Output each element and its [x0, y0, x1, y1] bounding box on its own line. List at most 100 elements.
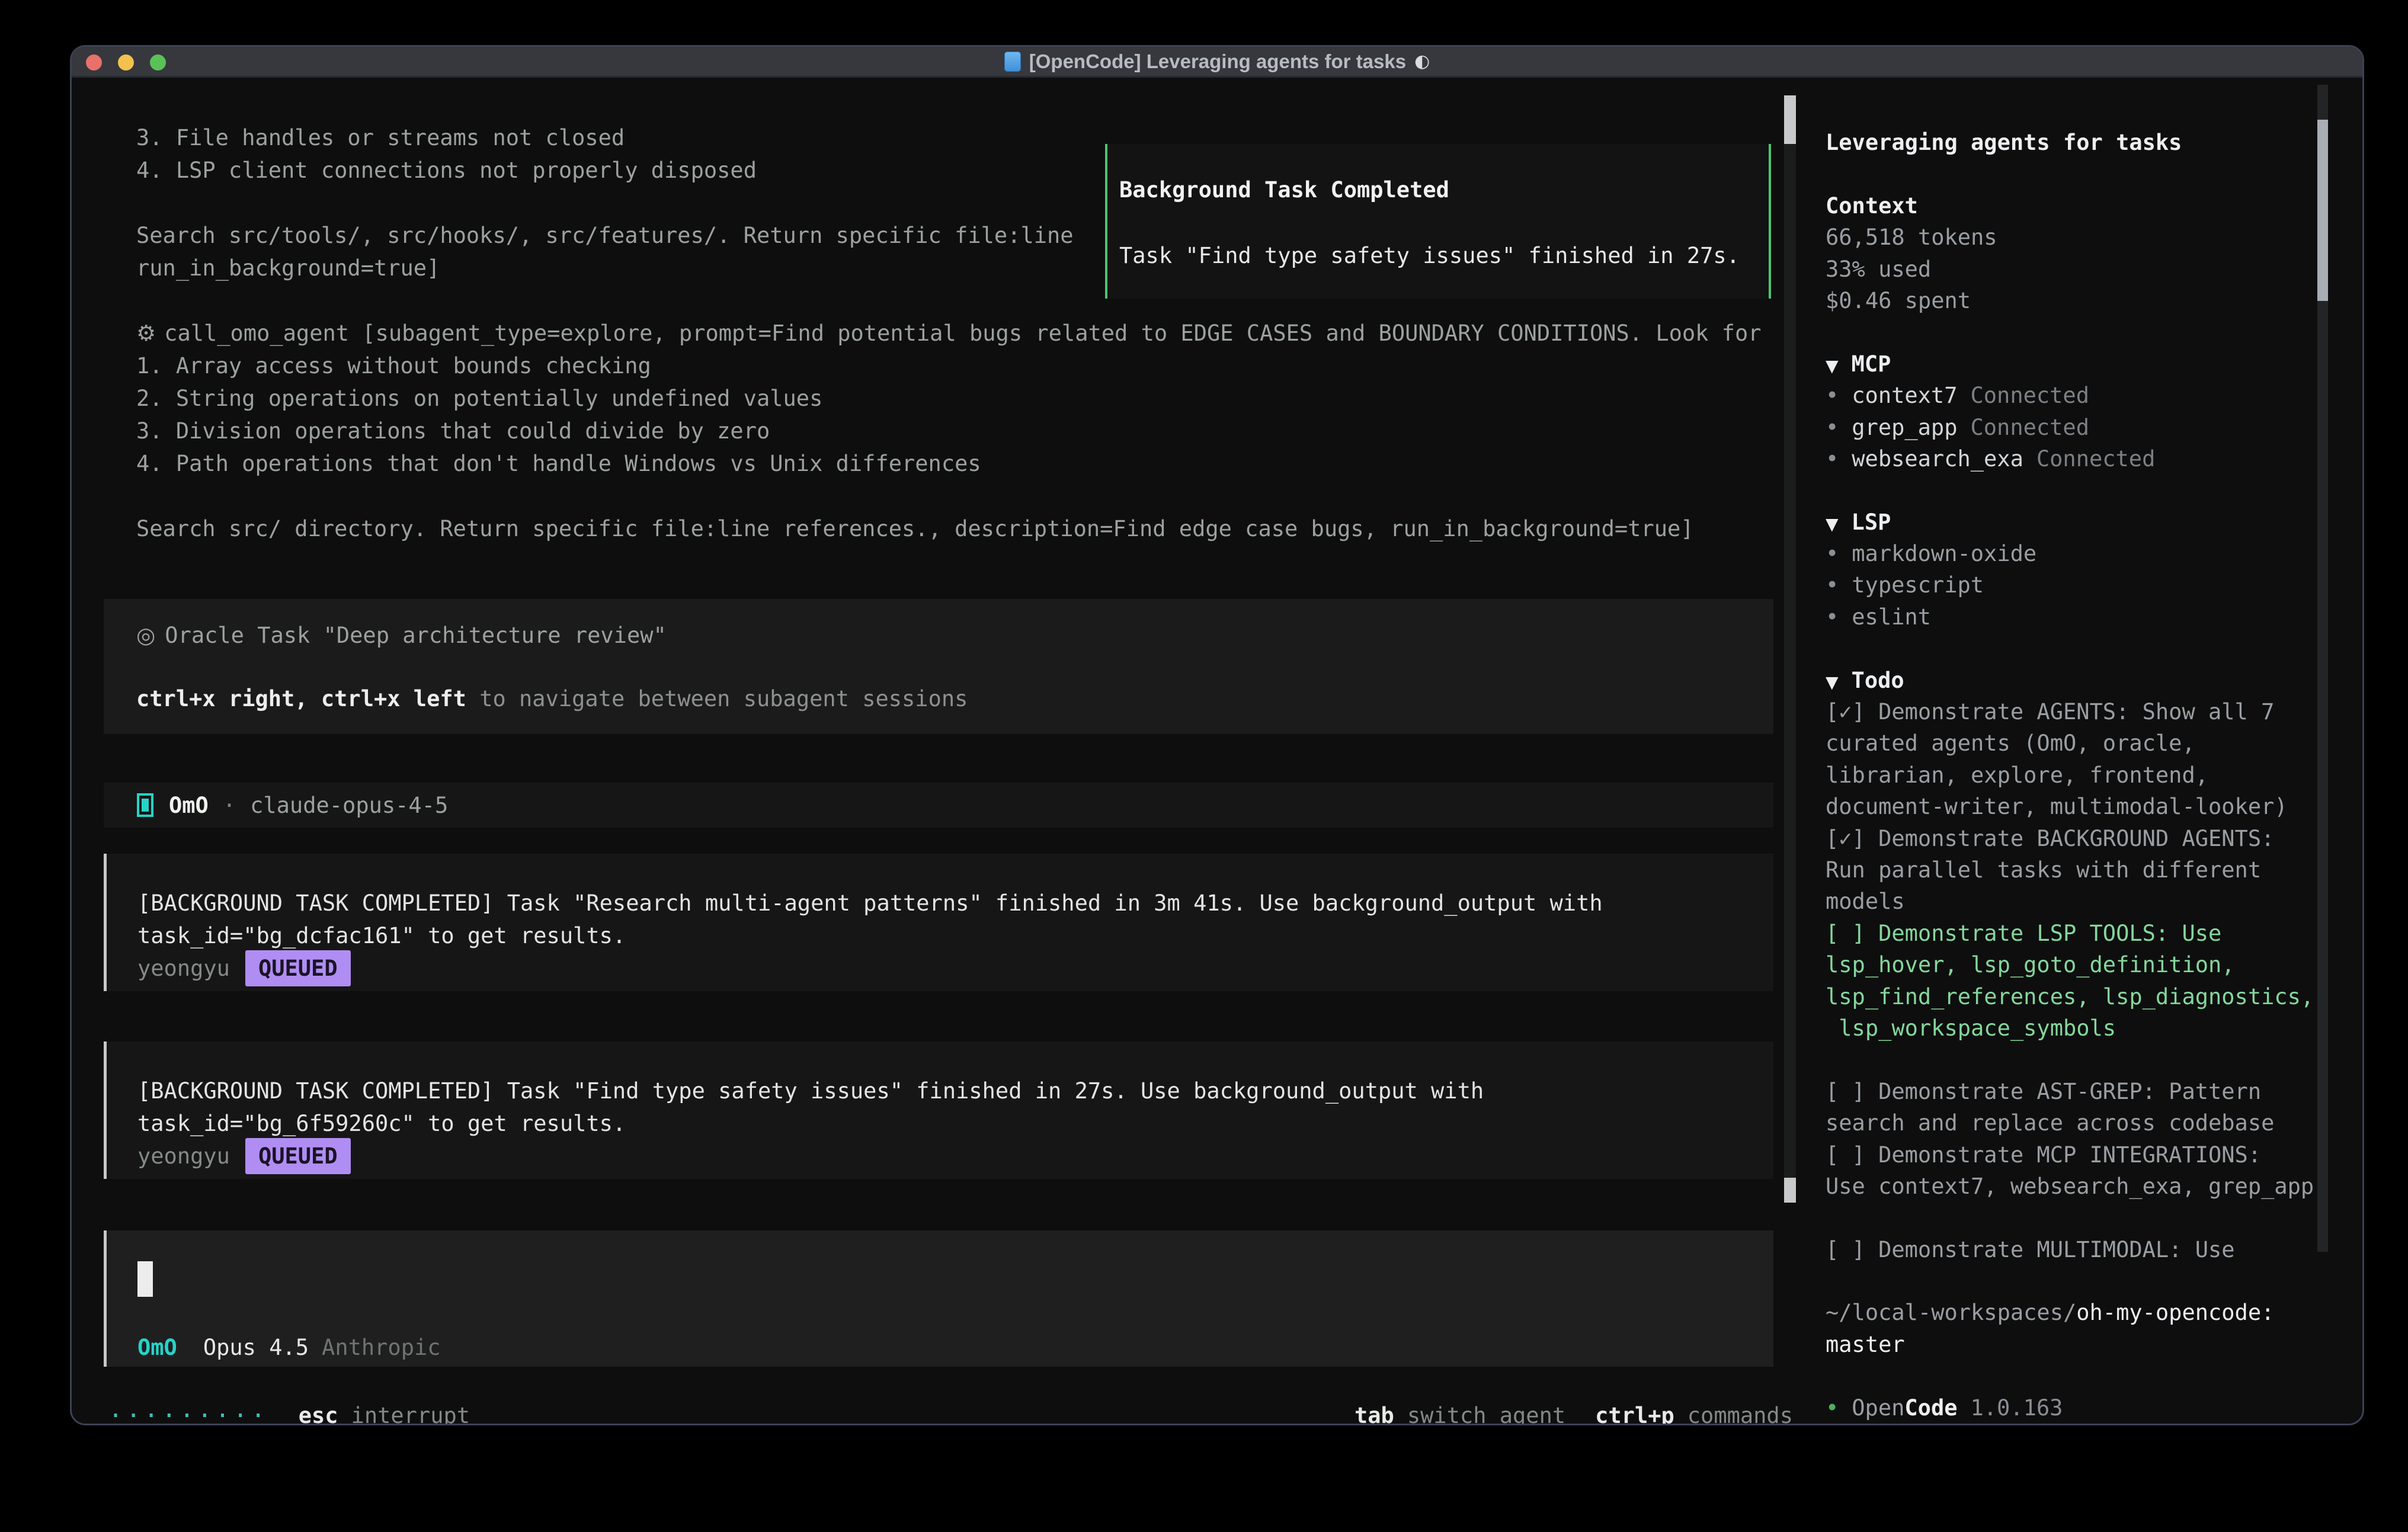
version-line: •OpenCode1.0.163: [1826, 1392, 2335, 1424]
tab-key-action: switch agent: [1407, 1402, 1565, 1425]
todo-line-done: curated agents (OmO, oracle,: [1826, 727, 2335, 759]
esc-key-action: interrupt: [351, 1402, 470, 1425]
close-button[interactable]: [86, 55, 102, 70]
model-info-row: OmO Opus 4.5 Anthropic: [137, 1335, 441, 1361]
sidebar-scrollbar[interactable]: [2317, 85, 2328, 1252]
workspace-path: ~/local-workspaces/oh-my-opencode:: [1826, 1297, 2335, 1328]
oracle-task-block: ◎Oracle Task "Deep architecture review" …: [104, 599, 1773, 734]
message-author: yeongyu: [137, 1140, 230, 1172]
todo-line-done: [✓] Demonstrate AGENTS: Show all 7: [1826, 696, 2335, 727]
message-meta: yeongyu QUEUED: [137, 1140, 1773, 1172]
zoom-button[interactable]: [150, 55, 166, 70]
bullet-icon: •: [1826, 604, 1839, 630]
ctrl-p-key-hint: ctrl+p: [1595, 1402, 1674, 1425]
prompt-input[interactable]: OmO Opus 4.5 Anthropic: [104, 1230, 1773, 1367]
tool-call-item: 1. Array access without bounds checking: [136, 350, 1762, 382]
bullet-icon: •: [1826, 541, 1839, 566]
document-icon: [1004, 52, 1021, 72]
todo-line-active: lsp_workspace_symbols: [1826, 1012, 2335, 1044]
message-line: [BACKGROUND TASK COMPLETED] Task "Find t…: [137, 1075, 1773, 1107]
bullet-icon: •: [1826, 572, 1839, 598]
text-cursor: [137, 1261, 153, 1297]
tool-call-line: ⚙call_omo_agent [subagent_type=explore, …: [136, 317, 1762, 350]
todo-line-done: librarian, explore, frontend,: [1826, 759, 2335, 791]
todo-line-done: [✓] Demonstrate BACKGROUND AGENTS:: [1826, 823, 2335, 854]
session-sidebar: Leveraging agents for tasks Context 66,5…: [1826, 127, 2335, 1424]
app-name-prefix: Open: [1852, 1395, 1904, 1421]
mcp-item: •context7Connected: [1826, 380, 2335, 411]
todo-line-active: [ ] Demonstrate LSP TOOLS: Use: [1826, 918, 2335, 949]
bullet-icon: •: [1826, 415, 1839, 440]
message-line: task_id="bg_6f59260c" to get results.: [137, 1107, 1773, 1140]
chat-scrollbar-thumb-top[interactable]: [1784, 95, 1796, 144]
context-used: 33% used: [1826, 254, 2335, 285]
session-title: Leveraging agents for tasks: [1826, 127, 2335, 158]
todo-line-pending: [ ] Demonstrate MCP INTEGRATIONS:: [1826, 1139, 2335, 1171]
workspace-repo: oh-my-opencode:: [2076, 1300, 2274, 1325]
chat-scrollbar[interactable]: [1784, 95, 1796, 1203]
agent-name: OmO: [169, 793, 209, 818]
mcp-section-header[interactable]: ▼MCP: [1826, 348, 2335, 380]
todo-line-done: models: [1826, 886, 2335, 917]
todo-line-pending: search and replace across codebase: [1826, 1107, 2335, 1139]
oracle-hint: ctrl+x right, ctrl+x left to navigate be…: [136, 682, 1773, 715]
chevron-down-icon: ▼: [1826, 672, 1839, 692]
mcp-item-status: Connected: [1971, 383, 2089, 408]
todo-section-header[interactable]: ▼ Todo: [1826, 665, 2335, 696]
separator-dot: ·: [223, 793, 236, 818]
lsp-heading: LSP: [1852, 509, 1891, 535]
lsp-item-name: eslint: [1852, 604, 1931, 630]
chat-scrollbar-thumb-bottom[interactable]: [1784, 1178, 1796, 1203]
esc-key-hint: esc: [299, 1402, 338, 1425]
model-provider: Anthropic: [322, 1335, 440, 1361]
message-author: yeongyu: [137, 952, 230, 985]
window-title: [OpenCode] Leveraging agents for tasks: [1029, 50, 1406, 73]
message-meta: yeongyu QUEUED: [137, 952, 1773, 985]
queued-badge: QUEUED: [245, 950, 351, 986]
chevron-down-icon: ▼: [1826, 356, 1839, 376]
tool-call-item: 2. String operations on potentially unde…: [136, 382, 1762, 415]
oracle-title-text: Oracle Task "Deep architecture review": [165, 623, 666, 648]
oracle-icon: ◎: [136, 623, 155, 648]
sidebar-blank-line: [1826, 1360, 2335, 1392]
titlebar: [OpenCode] Leveraging agents for tasks ◐: [72, 47, 2362, 78]
sidebar-blank-line: [1826, 1202, 2335, 1233]
todo-line-pending: [ ] Demonstrate AST-GREP: Pattern: [1826, 1076, 2335, 1107]
mcp-item-name: websearch_exa: [1852, 446, 2023, 472]
message-block: [BACKGROUND TASK COMPLETED] Task "Resear…: [104, 854, 1773, 991]
oracle-task-title: ◎ Oracle Task "Deep architecture review": [136, 619, 1773, 652]
chevron-down-icon: ▼: [1826, 514, 1839, 534]
sidebar-blank-line: [1826, 1265, 2335, 1297]
lsp-item: • typescript: [1826, 569, 2335, 601]
tool-call-footer: Search src/ directory. Return specific f…: [136, 512, 1762, 545]
mcp-item: • grep_app Connected: [1826, 412, 2335, 443]
minimize-button[interactable]: [118, 55, 134, 70]
agent-square-icon: [137, 793, 153, 817]
sidebar-blank-line: [1826, 316, 2335, 348]
mcp-item-status: Connected: [2036, 446, 2155, 472]
tab-key-hint: tab: [1354, 1402, 1394, 1425]
todo-heading: Todo: [1852, 668, 1904, 693]
sidebar-scrollbar-thumb[interactable]: [2317, 120, 2328, 301]
mcp-item-status: Connected: [1971, 415, 2089, 440]
status-right: tab switch agent ctrl+p commands: [1354, 1402, 1793, 1425]
message-line: task_id="bg_dcfac161" to get results.: [137, 919, 1773, 952]
tool-call-item: 4. Path operations that don't handle Win…: [136, 447, 1762, 480]
active-model-name: Opus 4.5: [203, 1335, 309, 1361]
lsp-item-name: typescript: [1852, 572, 1984, 598]
context-tokens: 66,518 tokens: [1826, 222, 2335, 253]
sidebar-blank-line: [1826, 633, 2335, 664]
mcp-item-name: grep_app: [1852, 415, 1957, 440]
shortcut-ctrl-x-right: ctrl+x right,: [136, 686, 308, 711]
mcp-item: •websearch_exaConnected: [1826, 443, 2335, 475]
spinner-dots-icon: ·········: [108, 1402, 269, 1425]
tool-call-text: call_omo_agent [subagent_type=explore, p…: [164, 320, 1761, 346]
sidebar-blank-line: [1826, 158, 2335, 190]
todo-line-pending: [ ] Demonstrate MULTIMODAL: Use: [1826, 1234, 2335, 1265]
toast-body: Task "Find type safety issues" finished …: [1119, 239, 1769, 272]
background-task-toast: Background Task Completed Task "Find typ…: [1105, 144, 1771, 299]
oracle-hint-text: to navigate between subagent sessions: [479, 686, 968, 711]
queued-badge: QUEUED: [245, 1138, 351, 1174]
lsp-section-header[interactable]: ▼ LSP: [1826, 507, 2335, 538]
window-title-group: [OpenCode] Leveraging agents for tasks ◐: [1004, 50, 1430, 73]
